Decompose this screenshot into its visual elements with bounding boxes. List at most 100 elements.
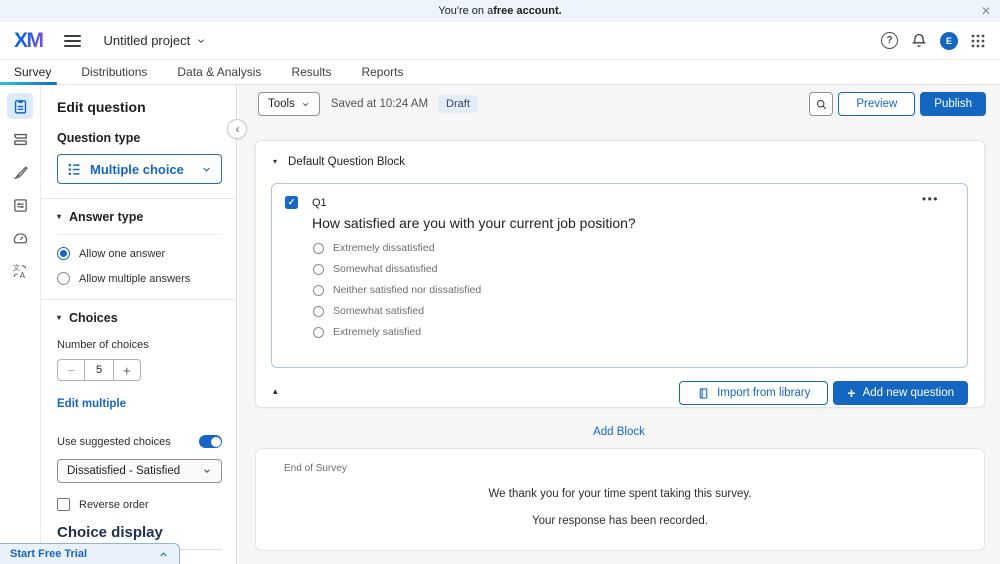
collapse-panel-button[interactable]	[227, 119, 247, 139]
svg-text:文: 文	[12, 263, 19, 272]
panel-title: Edit question	[57, 99, 222, 115]
tab-data-analysis[interactable]: Data & Analysis	[177, 65, 261, 79]
add-new-question-button[interactable]: + Add new question	[833, 381, 968, 405]
rail-item-quotas[interactable]	[7, 225, 33, 251]
paintbrush-icon	[12, 164, 29, 181]
close-icon[interactable]: ✕	[981, 5, 991, 17]
xm-logo[interactable]: XM	[14, 29, 43, 53]
survey-canvas-area: Tools Saved at 10:24 AM Draft Preview Pu…	[238, 85, 1000, 564]
tab-distributions[interactable]: Distributions	[81, 65, 147, 79]
preview-button[interactable]: Preview	[838, 92, 915, 116]
tools-button[interactable]: Tools	[258, 92, 320, 116]
plus-icon: +	[847, 386, 855, 400]
reverse-order-checkbox-row[interactable]: Reverse order	[57, 498, 222, 511]
question-checkbox-checked[interactable]: ✓	[285, 196, 298, 209]
increment-button[interactable]: +	[114, 360, 140, 380]
rail-item-look-and-feel[interactable]	[7, 159, 33, 185]
checkmark-icon: ✓	[288, 197, 296, 208]
end-of-survey-message-1: We thank you for your time spent taking …	[256, 488, 984, 500]
help-icon[interactable]: ?	[881, 32, 898, 49]
decrement-button[interactable]: −	[58, 360, 84, 380]
app-header: XM Untitled project ? E	[0, 22, 1000, 60]
divider	[57, 234, 222, 235]
radio-selected-icon	[57, 247, 70, 260]
survey-toolbar: Tools Saved at 10:24 AM Draft Preview Pu…	[258, 92, 986, 116]
add-question-label: Add new question	[863, 387, 954, 399]
search-button[interactable]	[809, 92, 833, 116]
preview-label: Preview	[856, 98, 897, 110]
builder-icon-rail: 文A	[0, 85, 41, 564]
tab-survey[interactable]: Survey	[14, 65, 51, 79]
tools-label: Tools	[268, 98, 295, 110]
svg-text:A: A	[19, 270, 25, 279]
active-tab-underline	[0, 82, 57, 85]
import-from-library-button[interactable]: Import from library	[679, 381, 828, 405]
question-type-select[interactable]: Multiple choice	[57, 154, 222, 184]
chevron-up-icon	[158, 549, 169, 560]
tab-reports[interactable]: Reports	[361, 65, 403, 79]
radio-allow-one-answer[interactable]: Allow one answer	[57, 247, 222, 260]
search-icon	[815, 98, 828, 111]
end-of-survey-block[interactable]: End of Survey We thank you for your time…	[255, 448, 985, 551]
user-avatar[interactable]: E	[940, 32, 958, 50]
checkbox-unchecked-icon	[57, 498, 70, 511]
chevron-down-icon: ▾	[57, 213, 61, 221]
chevron-down-icon	[196, 36, 206, 46]
chevron-left-icon	[233, 125, 242, 134]
choice-label: Extremely satisfied	[333, 326, 421, 338]
project-name-menu[interactable]: Untitled project	[104, 33, 207, 48]
suggested-choices-value: Dissatisfied - Satisfied	[67, 465, 202, 477]
banner-text-bold: free account.	[493, 5, 561, 17]
rail-item-survey-flow[interactable]	[7, 126, 33, 152]
rail-item-translations[interactable]: 文A	[7, 258, 33, 284]
end-of-survey-message-2: Your response has been recorded.	[256, 515, 984, 527]
notifications-bell-icon[interactable]	[911, 32, 927, 49]
translate-icon: 文A	[12, 263, 29, 280]
divider	[41, 299, 236, 300]
question-block-canvas: ▾ Default Question Block ✓ Q1 How satisf…	[255, 140, 985, 408]
collapse-questions-icon[interactable]: ▴	[273, 386, 278, 397]
radio-unselected-icon	[57, 272, 70, 285]
choice-option: Somewhat satisfied	[313, 305, 481, 317]
radio-allow-multiple-answers[interactable]: Allow multiple answers	[57, 272, 222, 285]
choice-option: Neither satisfied nor dissatisfied	[313, 284, 481, 296]
clipboard-icon	[12, 98, 29, 115]
reverse-order-label: Reverse order	[79, 499, 149, 511]
block-title: Default Question Block	[288, 156, 405, 168]
suggested-choices-toggle[interactable]	[199, 435, 222, 448]
question-text[interactable]: How satisfied are you with your current …	[312, 215, 636, 231]
radio-label: Allow multiple answers	[79, 273, 190, 285]
hamburger-menu-icon[interactable]	[64, 32, 81, 50]
choice-label: Neither satisfied nor dissatisfied	[333, 284, 481, 296]
radio-label: Allow one answer	[79, 248, 165, 260]
sliders-icon	[12, 197, 29, 214]
question-card-q1[interactable]: ✓ Q1 How satisfied are you with your cur…	[271, 183, 968, 368]
question-type-value: Multiple choice	[90, 162, 201, 177]
answer-type-section-header[interactable]: ▾ Answer type	[57, 210, 222, 224]
edit-multiple-link[interactable]: Edit multiple	[57, 398, 126, 410]
choice-option: Extremely satisfied	[313, 326, 481, 338]
radio-unselected-icon	[313, 327, 324, 338]
chevron-down-icon	[301, 100, 310, 109]
start-free-trial-label: Start Free Trial	[10, 548, 87, 560]
rail-item-survey-builder[interactable]	[7, 93, 33, 119]
block-footer-buttons: Import from library + Add new question	[679, 381, 968, 405]
end-of-survey-label: End of Survey	[284, 463, 347, 474]
choice-option: Somewhat dissatisfied	[313, 263, 481, 275]
collapse-block-icon[interactable]: ▾	[273, 158, 277, 166]
rail-item-survey-options[interactable]	[7, 192, 33, 218]
question-menu-ellipsis-icon[interactable]: •••	[922, 192, 939, 206]
start-free-trial-bar[interactable]: Start Free Trial	[0, 543, 180, 564]
suggested-choices-select[interactable]: Dissatisfied - Satisfied	[57, 459, 222, 483]
app-grid-icon[interactable]	[971, 34, 985, 48]
use-suggested-choices-row: Use suggested choices	[57, 435, 222, 448]
radio-unselected-icon	[313, 264, 324, 275]
question-id: Q1	[312, 197, 327, 209]
choice-label: Somewhat satisfied	[333, 305, 424, 317]
add-block-link[interactable]: Add Block	[238, 426, 1000, 438]
publish-button[interactable]: Publish	[920, 92, 986, 116]
tab-results[interactable]: Results	[291, 65, 331, 79]
number-of-choices-label: Number of choices	[57, 339, 222, 351]
project-name: Untitled project	[104, 33, 191, 48]
choices-section-header[interactable]: ▾ Choices	[57, 311, 222, 325]
